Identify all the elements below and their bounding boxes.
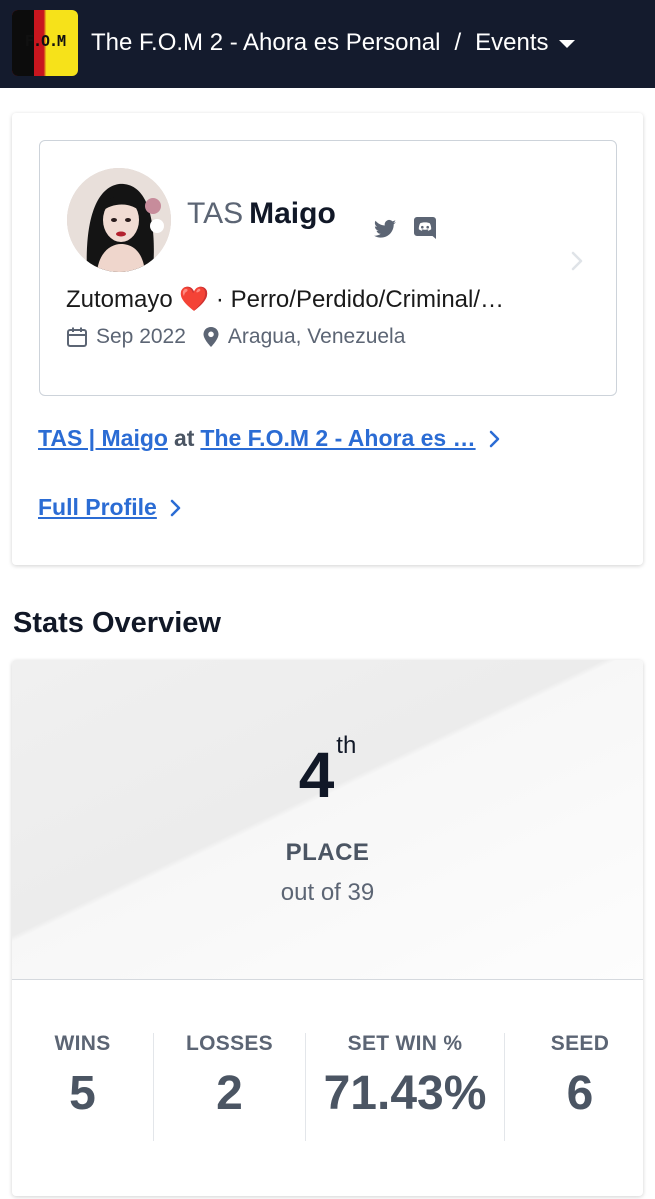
- sponsor-prefix: TAS: [187, 197, 244, 230]
- entrant-name-link[interactable]: TAS | Maigo: [38, 425, 168, 452]
- placement-box: 4th PLACE out of 39: [12, 660, 643, 980]
- stat-label: SEED: [550, 1032, 610, 1055]
- place-value: 4: [298, 739, 335, 811]
- stat-wins: WINS 5: [12, 1032, 153, 1142]
- stats-title: Stats Overview: [13, 607, 221, 639]
- breadcrumb-events[interactable]: Events: [475, 29, 548, 57]
- stat-label: SET WIN %: [347, 1032, 463, 1055]
- stat-seed: SEED 6: [505, 1032, 643, 1142]
- logo-text: F.O.M: [24, 32, 66, 50]
- top-bar: F.O.M The F.O.M 2 - Ahora es Personal / …: [0, 0, 655, 88]
- profile-meta: Sep 2022 Aragua, Venezuela: [66, 325, 405, 349]
- user-bio: Zutomayo ❤️ · Perro/Perdido/Criminal/…: [66, 286, 505, 313]
- discord-icon[interactable]: [412, 215, 438, 241]
- out-of-entrants: out of 39: [280, 879, 375, 906]
- chevron-down-icon[interactable]: [558, 40, 575, 48]
- stat-value: 71.43%: [323, 1067, 487, 1120]
- join-date: Sep 2022: [96, 325, 186, 348]
- stat-value: 5: [69, 1067, 96, 1120]
- stat-set-win-pct: SET WIN % 71.43%: [306, 1032, 504, 1142]
- user-card[interactable]: TAS Maigo Zutomayo ❤️ · Perro/Perdido/Cri…: [39, 140, 617, 396]
- stat-losses: LOSSES 2: [154, 1032, 305, 1142]
- entrant-at-text: at: [173, 425, 195, 451]
- calendar-icon: [67, 327, 87, 347]
- gamertag: Maigo: [249, 197, 336, 230]
- chevron-right-icon[interactable]: [570, 249, 584, 273]
- gamer-tag: TAS Maigo: [187, 197, 336, 231]
- breadcrumb-tournament[interactable]: The F.O.M 2 - Ahora es Personal: [91, 29, 441, 57]
- profile-panel: TAS Maigo Zutomayo ❤️ · Perro/Perdido/Cri…: [12, 113, 643, 565]
- place-label: PLACE: [285, 839, 370, 866]
- entrant-event-link[interactable]: The F.O.M 2 - Ahora es …: [200, 425, 475, 452]
- stat-label: LOSSES: [186, 1032, 273, 1055]
- stat-value: 6: [566, 1067, 594, 1120]
- stat-value: 2: [216, 1067, 243, 1120]
- stat-label: WINS: [54, 1032, 111, 1055]
- twitter-icon[interactable]: [373, 217, 397, 241]
- breadcrumb: The F.O.M 2 - Ahora es Personal / Events: [91, 26, 575, 60]
- chevron-right-icon[interactable]: [169, 498, 183, 518]
- place-suffix: th: [336, 732, 357, 759]
- chevron-right-icon[interactable]: [488, 429, 502, 449]
- location-pin-icon: [203, 327, 219, 347]
- placement-number: 4th: [12, 732, 643, 812]
- stats-card: 4th PLACE out of 39 WINS 5 LOSSES 2 SET …: [12, 660, 643, 1196]
- entrant-link-row: TAS | Maigo at The F.O.M 2 - Ahora es …: [38, 425, 502, 452]
- breadcrumb-separator: /: [454, 29, 462, 56]
- tournament-logo[interactable]: F.O.M: [12, 10, 78, 76]
- full-profile-link[interactable]: Full Profile: [38, 494, 157, 521]
- user-location: Aragua, Venezuela: [227, 325, 406, 348]
- full-profile-row: Full Profile: [38, 494, 183, 521]
- avatar: [67, 168, 171, 272]
